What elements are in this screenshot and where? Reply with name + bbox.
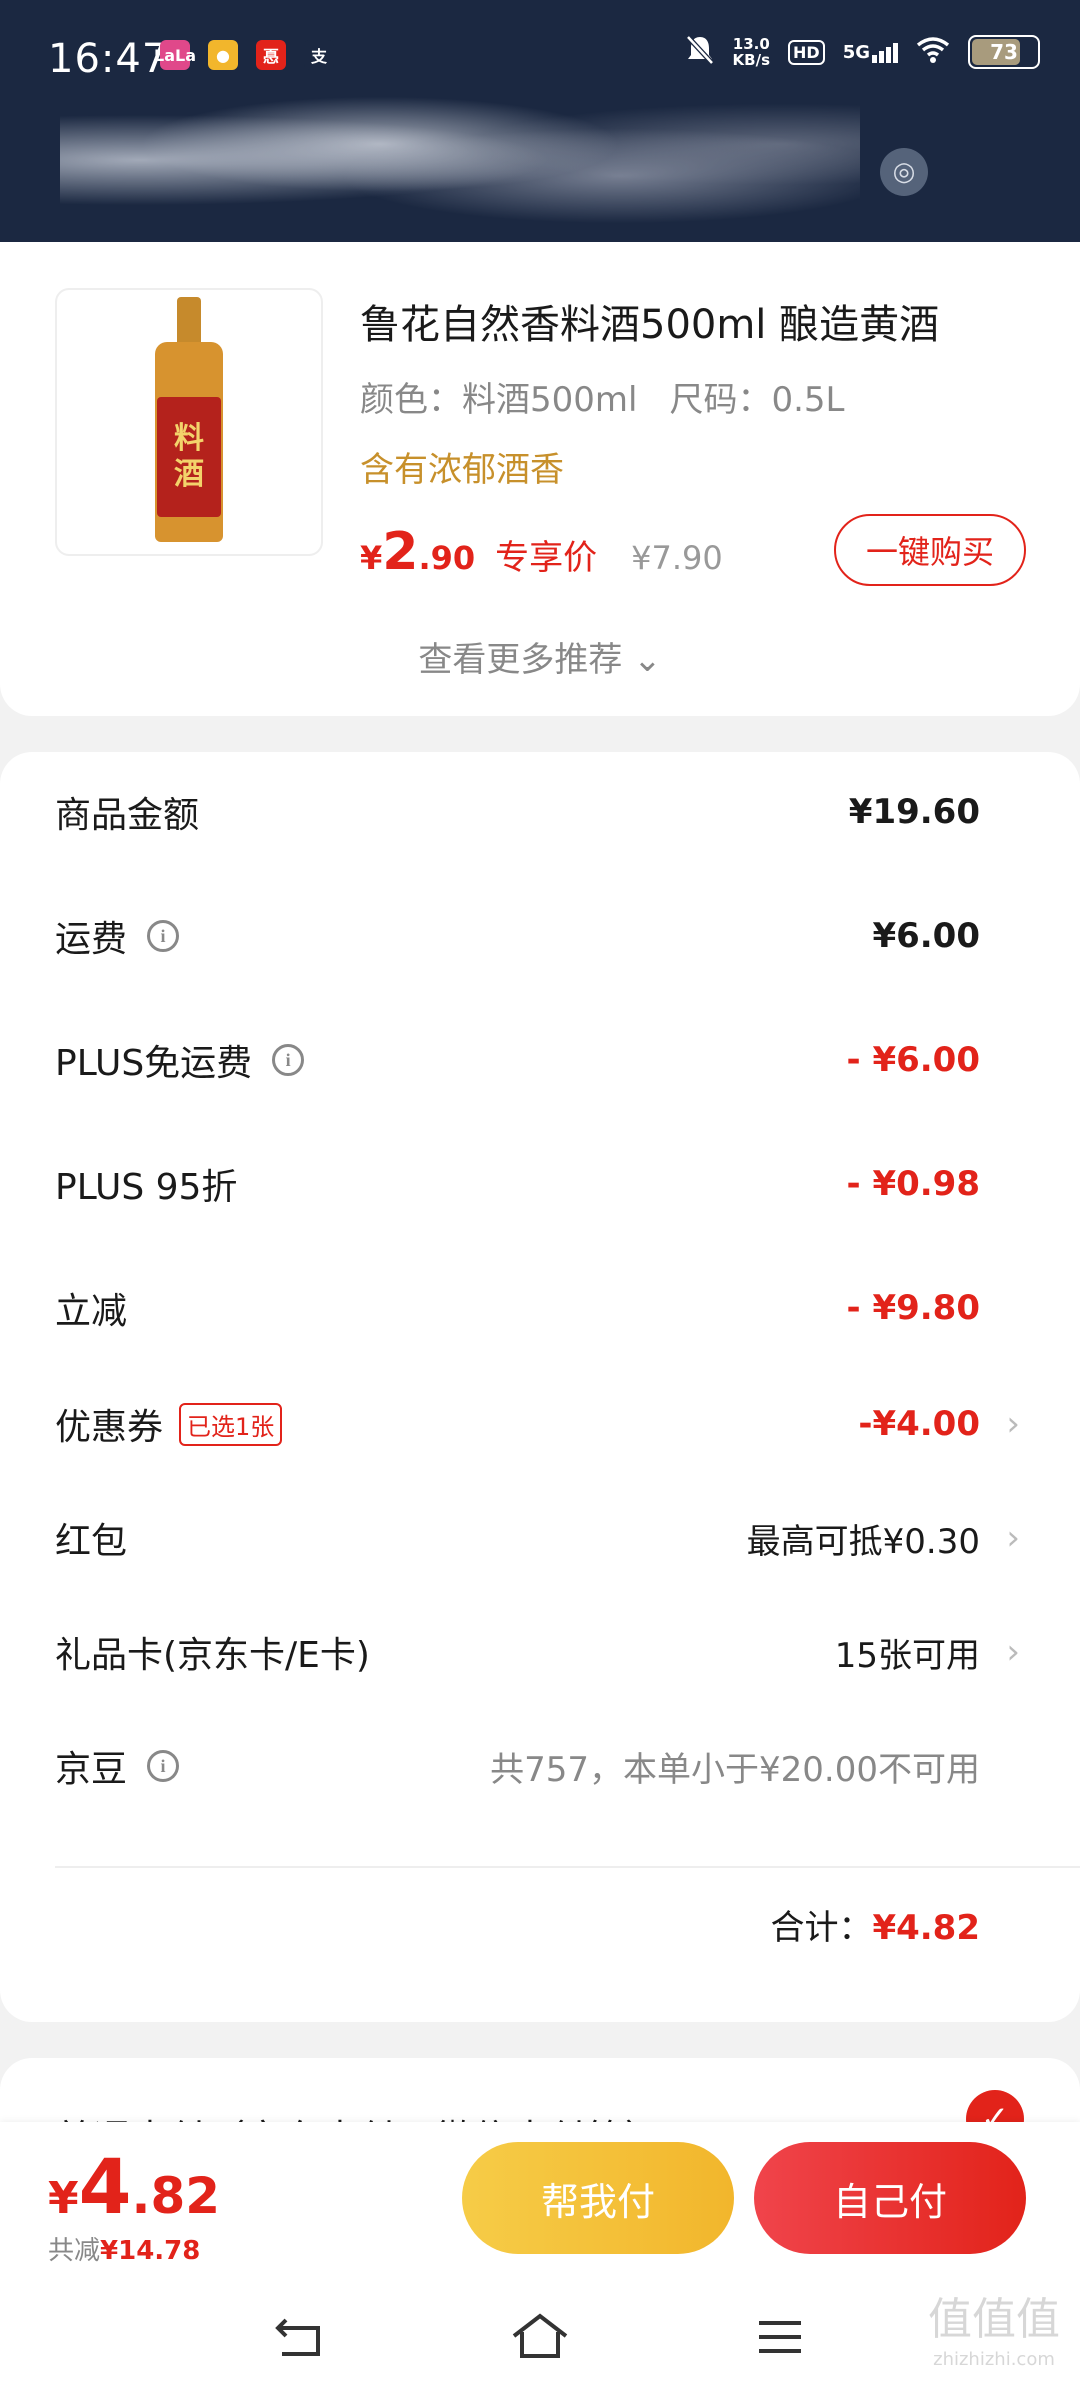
amount-value: 最高可抵¥0.30 — [746, 1521, 980, 1562]
original-price: ¥7.90 — [631, 539, 723, 577]
info-icon[interactable]: i — [147, 1750, 180, 1782]
amount-label: 运费 — [55, 919, 128, 960]
home-icon[interactable] — [500, 2302, 580, 2372]
signal-icon: 5G — [843, 42, 898, 63]
pay-myself-button[interactable]: 自己付 — [754, 2142, 1026, 2254]
back-icon[interactable] — [260, 2302, 340, 2372]
amount-label: 京豆 — [55, 1749, 128, 1790]
chevron-right-icon[interactable]: › — [1006, 1404, 1020, 1444]
divider — [55, 1866, 1080, 1868]
status-right: 13.0 KB/s HD 5G 73 — [685, 34, 1040, 70]
spec-size: 尺码：0.5L — [669, 380, 845, 420]
lala-app-icon: LaLa — [154, 40, 196, 70]
battery-icon: 73 — [968, 35, 1040, 69]
amount-row[interactable]: 礼品卡(京东卡/E卡) 15张可用 › — [55, 1622, 1020, 1682]
system-nav-bar: 值值值 zhizhizhi.com — [0, 2272, 1080, 2400]
amount-label: 礼品卡(京东卡/E卡) — [55, 1635, 370, 1676]
status-bar: 16:47 LaLa ● 㥑支 13.0 KB/s HD 5G 73 — [0, 0, 1080, 120]
checkout-bar: ¥ 4 .82 共减¥14.78 帮我付 自己付 — [0, 2122, 1080, 2272]
product-image[interactable]: 料酒 — [55, 288, 323, 556]
face-app-icon: ● — [208, 40, 238, 70]
amount-row[interactable]: 优惠券 已选1张 -¥4.00 › — [55, 1394, 1020, 1454]
amount-value: 共757，本单小于¥20.00不可用 — [490, 1749, 980, 1790]
notification-icons: LaLa ● 㥑支 — [154, 40, 334, 70]
amount-label: 商品金额 — [55, 795, 200, 836]
amount-label: PLUS 95折 — [55, 1167, 238, 1208]
amount-value: ¥6.00 — [872, 916, 980, 956]
amount-label: PLUS免运费 — [55, 1043, 253, 1084]
amount-label: 红包 — [55, 1521, 128, 1562]
exclusive-price-label: 专享价 — [495, 538, 598, 578]
help-me-pay-button[interactable]: 帮我付 — [462, 2142, 734, 2254]
amount-value: ¥19.60 — [848, 792, 980, 832]
menu-icon[interactable] — [740, 2302, 820, 2372]
amount-row[interactable]: 红包 最高可抵¥0.30 › — [55, 1508, 1020, 1568]
one-click-buy-button[interactable]: 一键购买 — [834, 514, 1026, 586]
amount-row: 立减 - ¥9.80 — [55, 1278, 980, 1338]
amount-value: - ¥6.00 — [846, 1040, 981, 1080]
amount-row: 商品金额 ¥19.60 — [55, 782, 980, 842]
final-price: ¥ 4 .82 — [48, 2142, 221, 2231]
info-icon[interactable]: i — [147, 920, 180, 952]
wifi-icon — [916, 36, 950, 68]
total-savings: 共减¥14.78 — [48, 2236, 201, 2266]
amount-row: 运费 i ¥6.00 — [55, 906, 980, 966]
order-amount-card: 商品金额 ¥19.60 运费 i ¥6.00 PLUS免运费 i - ¥6.00 PLUS 95… — [0, 752, 1080, 2022]
amount-value: -¥4.00 — [858, 1404, 980, 1444]
target-icon[interactable]: ◎ — [880, 148, 928, 196]
coupon-badge: 已选1张 — [179, 1402, 283, 1446]
net-speed: 13.0 KB/s — [732, 35, 771, 69]
total-amount: ¥4.82 — [872, 1908, 980, 1948]
bottle-image: 料酒 — [149, 297, 229, 547]
amount-row: PLUS 95折 - ¥0.98 — [55, 1154, 980, 1214]
product-tag: 含有浓郁酒香 — [360, 450, 564, 490]
status-time: 16:47 — [48, 36, 169, 82]
amount-value: 15张可用 — [834, 1635, 980, 1676]
chevron-right-icon[interactable]: › — [1006, 1518, 1020, 1558]
chevron-right-icon[interactable]: › — [1006, 1632, 1020, 1672]
see-more-recommendations[interactable]: 查看更多推荐 ⌄ — [0, 632, 1080, 681]
mute-icon — [685, 34, 715, 70]
amount-label: 立减 — [55, 1291, 128, 1332]
amount-row: 京豆 i 共757，本单小于¥20.00不可用 — [55, 1736, 980, 1796]
product-title[interactable]: 鲁花自然香料酒500ml 酿造黄酒 — [360, 292, 939, 350]
cheat-app-icon: 㥑 — [256, 40, 286, 70]
hd-icon: HD — [788, 39, 825, 65]
amount-label: 优惠券 — [55, 1407, 164, 1448]
app-header: 16:47 LaLa ● 㥑支 13.0 KB/s HD 5G 73 ◎ — [0, 0, 1080, 242]
product-card: 料酒 鲁花自然香料酒500ml 酿造黄酒 颜色：料酒500ml 尺码：0.5L 含… — [0, 242, 1080, 716]
watermark: 值值值 zhizhizhi.com — [928, 2294, 1060, 2371]
amount-value: - ¥9.80 — [846, 1288, 981, 1328]
order-total: 合计：¥4.82 — [770, 1908, 980, 1948]
spec-color: 颜色：料酒500ml — [360, 380, 638, 420]
product-spec: 颜色：料酒500ml 尺码：0.5L — [360, 372, 844, 421]
alipay-icon: 支 — [304, 40, 334, 70]
product-price: ¥ 2 .90 专享价 ¥7.90 — [360, 522, 723, 582]
info-icon[interactable]: i — [272, 1044, 305, 1076]
amount-value: - ¥0.98 — [846, 1164, 981, 1204]
bottle-label: 料酒 — [157, 397, 221, 517]
amount-row: PLUS免运费 i - ¥6.00 — [55, 1030, 980, 1090]
